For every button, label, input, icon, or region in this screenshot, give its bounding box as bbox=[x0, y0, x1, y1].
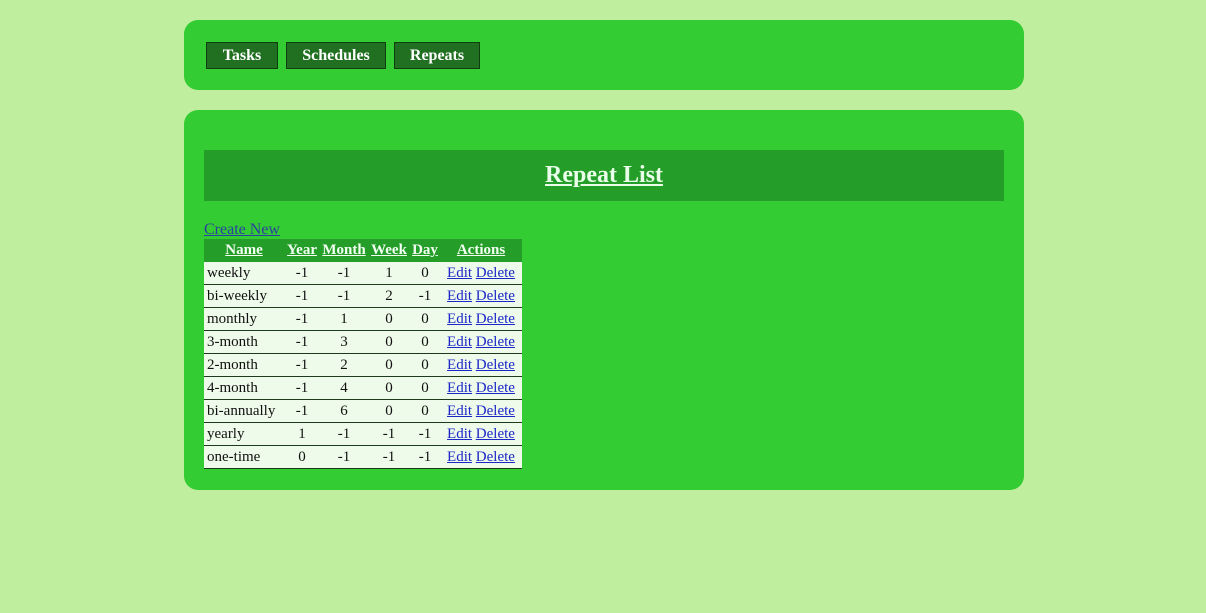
column-header-year[interactable]: Year bbox=[284, 239, 320, 262]
row-month-cell: -1 bbox=[320, 422, 368, 446]
table-row: bi-weekly -1 -1 2 -1 Edit Delete bbox=[204, 284, 522, 308]
row-name-cell: yearly bbox=[204, 422, 284, 446]
row-day-cell: 0 bbox=[410, 353, 440, 377]
edit-link[interactable]: Edit bbox=[447, 357, 472, 373]
row-month-cell: 4 bbox=[320, 376, 368, 400]
row-year-cell: 0 bbox=[284, 445, 320, 469]
row-week-cell: 0 bbox=[368, 376, 410, 400]
row-name-cell: 4-month bbox=[204, 376, 284, 400]
row-year-cell: -1 bbox=[284, 399, 320, 423]
delete-link[interactable]: Delete bbox=[476, 357, 515, 373]
column-header-actions[interactable]: Actions bbox=[440, 239, 522, 262]
row-day-cell: -1 bbox=[410, 422, 440, 446]
page-title: Repeat List bbox=[545, 162, 663, 188]
row-name-cell: bi-annually bbox=[204, 399, 284, 423]
delete-link[interactable]: Delete bbox=[476, 380, 515, 396]
row-day-cell: 0 bbox=[410, 399, 440, 423]
create-new-link[interactable]: Create New bbox=[204, 220, 280, 240]
delete-link[interactable]: Delete bbox=[476, 449, 515, 465]
row-day-cell: -1 bbox=[410, 284, 440, 308]
row-name-cell: monthly bbox=[204, 307, 284, 331]
row-name-cell: 3-month bbox=[204, 330, 284, 354]
column-header-day[interactable]: Day bbox=[410, 239, 440, 262]
edit-link[interactable]: Edit bbox=[447, 403, 472, 419]
edit-link[interactable]: Edit bbox=[447, 311, 472, 327]
row-month-cell: 6 bbox=[320, 399, 368, 423]
delete-link[interactable]: Delete bbox=[476, 426, 515, 442]
table-row: yearly 1 -1 -1 -1 Edit Delete bbox=[204, 422, 522, 446]
edit-link[interactable]: Edit bbox=[447, 380, 472, 396]
main-panel: Repeat List Create New Name Year Month W… bbox=[184, 110, 1024, 490]
row-month-cell: 3 bbox=[320, 330, 368, 354]
row-month-cell: -1 bbox=[320, 445, 368, 469]
row-actions-cell: Edit Delete bbox=[440, 330, 522, 354]
row-month-cell: 2 bbox=[320, 353, 368, 377]
table-header-row: Name Year Month Week Day Actions bbox=[204, 239, 522, 262]
row-week-cell: 2 bbox=[368, 284, 410, 308]
table-row: weekly -1 -1 1 0 Edit Delete bbox=[204, 262, 522, 285]
row-week-cell: 0 bbox=[368, 307, 410, 331]
edit-link[interactable]: Edit bbox=[447, 334, 472, 350]
row-year-cell: -1 bbox=[284, 284, 320, 308]
row-actions-cell: Edit Delete bbox=[440, 284, 522, 308]
row-month-cell: -1 bbox=[320, 262, 368, 285]
row-year-cell: -1 bbox=[284, 376, 320, 400]
row-name-cell: bi-weekly bbox=[204, 284, 284, 308]
table-row: 3-month -1 3 0 0 Edit Delete bbox=[204, 330, 522, 354]
column-header-week[interactable]: Week bbox=[368, 239, 410, 262]
row-year-cell: -1 bbox=[284, 353, 320, 377]
row-week-cell: 0 bbox=[368, 353, 410, 377]
repeat-table: Name Year Month Week Day Actions weekly -… bbox=[204, 239, 522, 469]
edit-link[interactable]: Edit bbox=[447, 288, 472, 304]
delete-link[interactable]: Delete bbox=[476, 311, 515, 327]
row-actions-cell: Edit Delete bbox=[440, 445, 522, 469]
row-actions-cell: Edit Delete bbox=[440, 307, 522, 331]
row-name-cell: weekly bbox=[204, 262, 284, 285]
table-row: one-time 0 -1 -1 -1 Edit Delete bbox=[204, 445, 522, 469]
row-week-cell: -1 bbox=[368, 422, 410, 446]
row-actions-cell: Edit Delete bbox=[440, 262, 522, 285]
row-week-cell: -1 bbox=[368, 445, 410, 469]
table-row: 2-month -1 2 0 0 Edit Delete bbox=[204, 353, 522, 377]
row-actions-cell: Edit Delete bbox=[440, 399, 522, 423]
edit-link[interactable]: Edit bbox=[447, 449, 472, 465]
row-actions-cell: Edit Delete bbox=[440, 353, 522, 377]
row-actions-cell: Edit Delete bbox=[440, 376, 522, 400]
tasks-button[interactable]: Tasks bbox=[206, 42, 278, 69]
row-day-cell: -1 bbox=[410, 445, 440, 469]
row-day-cell: 0 bbox=[410, 307, 440, 331]
row-year-cell: 1 bbox=[284, 422, 320, 446]
row-day-cell: 0 bbox=[410, 376, 440, 400]
page-header: Repeat List bbox=[204, 150, 1004, 201]
edit-link[interactable]: Edit bbox=[447, 265, 472, 281]
row-year-cell: -1 bbox=[284, 307, 320, 331]
nav-panel: Tasks Schedules Repeats bbox=[184, 20, 1024, 90]
edit-link[interactable]: Edit bbox=[447, 426, 472, 442]
repeats-button[interactable]: Repeats bbox=[394, 42, 480, 69]
row-month-cell: -1 bbox=[320, 284, 368, 308]
table-row: 4-month -1 4 0 0 Edit Delete bbox=[204, 376, 522, 400]
table-row: monthly -1 1 0 0 Edit Delete bbox=[204, 307, 522, 331]
row-name-cell: 2-month bbox=[204, 353, 284, 377]
row-year-cell: -1 bbox=[284, 330, 320, 354]
column-header-name[interactable]: Name bbox=[204, 239, 284, 262]
row-actions-cell: Edit Delete bbox=[440, 422, 522, 446]
row-day-cell: 0 bbox=[410, 262, 440, 285]
row-year-cell: -1 bbox=[284, 262, 320, 285]
row-week-cell: 0 bbox=[368, 399, 410, 423]
row-month-cell: 1 bbox=[320, 307, 368, 331]
row-week-cell: 1 bbox=[368, 262, 410, 285]
delete-link[interactable]: Delete bbox=[476, 288, 515, 304]
delete-link[interactable]: Delete bbox=[476, 265, 515, 281]
row-week-cell: 0 bbox=[368, 330, 410, 354]
delete-link[interactable]: Delete bbox=[476, 334, 515, 350]
column-header-month[interactable]: Month bbox=[320, 239, 368, 262]
delete-link[interactable]: Delete bbox=[476, 403, 515, 419]
schedules-button[interactable]: Schedules bbox=[286, 42, 386, 69]
row-name-cell: one-time bbox=[204, 445, 284, 469]
table-row: bi-annually -1 6 0 0 Edit Delete bbox=[204, 399, 522, 423]
row-day-cell: 0 bbox=[410, 330, 440, 354]
